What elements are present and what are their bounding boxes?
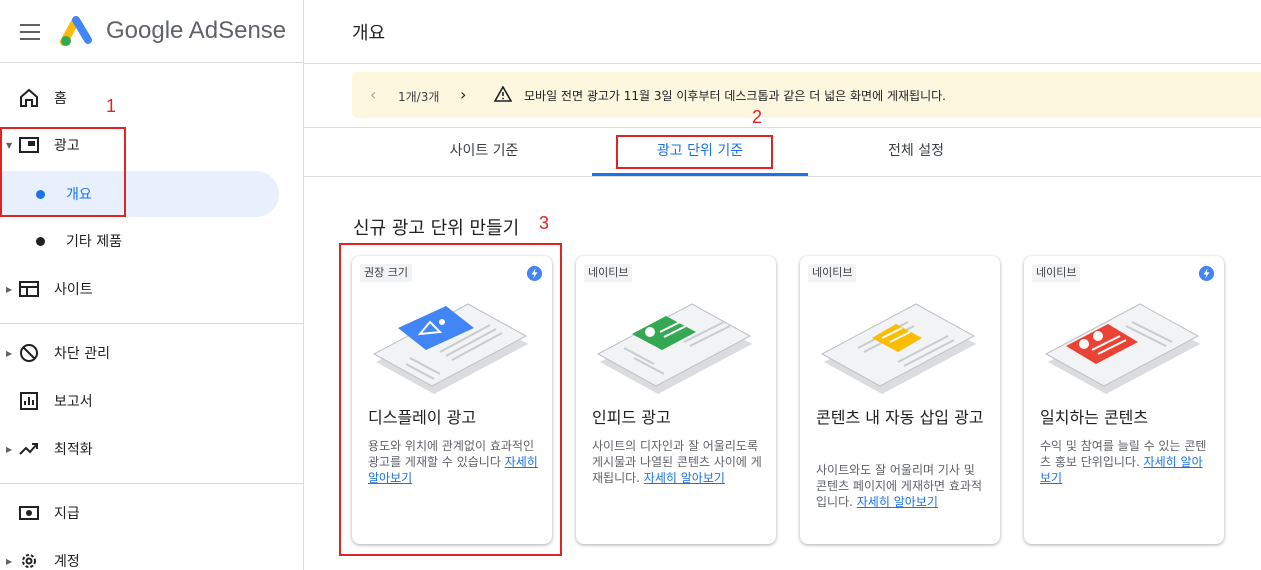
sidebar-item-label: 홈 — [54, 91, 67, 107]
sidebar-item-label: 차단 관리 — [54, 346, 110, 362]
tab-by-site[interactable]: 사이트 기준 — [404, 140, 564, 174]
tab-by-ad-unit[interactable]: 광고 단위 기준 — [592, 140, 808, 174]
bullet-icon — [36, 236, 45, 246]
banner-message: 모바일 전면 광고가 11월 3일 이후부터 데스크톱과 같은 더 넓은 화면에… — [524, 89, 946, 103]
home-icon — [20, 88, 38, 107]
sidebar-item-account[interactable]: ▶ 계정 — [0, 538, 300, 570]
page-title: 개요 — [352, 23, 386, 44]
sidebar-divider — [0, 323, 303, 324]
card-title: 인피드 광고 — [592, 408, 671, 427]
sidebar-subitem-other-products[interactable]: 기타 제품 — [0, 218, 279, 264]
bolt-icon — [527, 266, 542, 281]
tabs-bottom-divider — [304, 176, 1261, 177]
trending-up-icon — [19, 443, 38, 455]
brand-name: Google AdSense — [106, 17, 287, 44]
card-chip: 네이티브 — [584, 264, 633, 282]
chevron-left-icon[interactable]: ‹ — [370, 85, 376, 104]
sidebar: Google AdSense 홈 ▼ 광고 개요 기타 제품 ▶ 사이트 ▶ 차… — [0, 0, 304, 570]
sidebar-divider — [0, 483, 303, 484]
sidebar-item-label: 지급 — [54, 506, 80, 522]
sidebar-item-sites[interactable]: ▶ 사이트 — [0, 266, 300, 312]
sidebar-item-ads[interactable]: ▼ 광고 — [0, 122, 300, 168]
sidebar-item-label: 사이트 — [54, 282, 93, 298]
sidebar-item-home[interactable]: 홈 — [0, 75, 300, 121]
adsense-app: Google AdSense 홈 ▼ 광고 개요 기타 제품 ▶ 사이트 ▶ 차… — [0, 0, 1261, 570]
menu-icon[interactable] — [20, 24, 40, 40]
annotation-number-2: 2 — [752, 107, 763, 127]
caret-right-icon: ▶ — [6, 348, 13, 358]
display-ad-illustration — [372, 303, 528, 394]
learn-more-link[interactable]: 자세히 알아보기 — [857, 495, 938, 509]
sidebar-item-optimization[interactable]: ▶ 최적화 — [0, 426, 300, 472]
sites-icon — [19, 281, 39, 297]
notification-banner: ‹ 1개/3개 › 모바일 전면 광고가 11월 3일 이후부터 데스크톱과 같… — [352, 72, 1261, 118]
sidebar-subitem-overview[interactable]: 개요 — [0, 171, 279, 217]
sidebar-item-label: 보고서 — [54, 394, 93, 410]
card-chip: 네이티브 — [808, 264, 857, 282]
card-chip: 네이티브 — [1032, 264, 1081, 282]
chevron-right-icon[interactable]: › — [460, 85, 466, 104]
caret-down-icon: ▼ — [6, 140, 13, 150]
sidebar-item-label: 광고 — [54, 138, 80, 154]
annotation-number-3: 3 — [539, 213, 550, 233]
card-title: 일치하는 콘텐츠 — [1040, 408, 1149, 427]
sidebar-item-payments[interactable]: 지급 — [0, 490, 300, 536]
card-in-feed-ads[interactable]: 네이티브 인피드 광고 사이트의 디자인과 잘 어울리도록 게시물과 나열된 콘… — [576, 256, 776, 544]
payments-icon — [19, 506, 39, 520]
sidebar-item-label: 최적화 — [54, 442, 93, 458]
learn-more-link[interactable]: 자세히 알아보기 — [644, 471, 725, 485]
card-description: 용도와 위치에 관계없이 효과적인 광고를 게재할 수 있습니다 자세히 알아보… — [368, 438, 540, 486]
in-feed-ad-illustration — [596, 303, 752, 394]
caret-right-icon: ▶ — [6, 444, 13, 454]
sidebar-item-reports[interactable]: 보고서 — [0, 378, 300, 424]
block-icon — [20, 344, 38, 362]
settings-icon — [22, 554, 36, 568]
caret-right-icon: ▶ — [6, 284, 13, 294]
banner-count: 1개/3개 — [398, 90, 440, 104]
card-description: 수익 및 참여를 늘릴 수 있는 콘텐츠 홍보 단위입니다. 자세히 알아보기 — [1040, 438, 1212, 486]
card-description: 사이트와도 잘 어울리며 기사 및 콘텐츠 페이지에 게재하면 효과적입니다. … — [816, 462, 988, 510]
warning-icon — [494, 86, 512, 102]
bolt-icon — [1199, 266, 1214, 281]
card-chip: 권장 크기 — [360, 264, 412, 282]
annotation-number-1: 1 — [106, 96, 117, 116]
card-title: 디스플레이 광고 — [368, 408, 477, 427]
card-matched-content[interactable]: 네이티브 일치하는 콘텐츠 수익 및 참여를 늘릴 수 있는 콘텐츠 홍보 단위… — [1024, 256, 1224, 544]
caret-right-icon: ▶ — [6, 556, 13, 566]
matched-content-illustration — [1044, 303, 1200, 394]
ads-icon — [19, 137, 39, 153]
bullet-icon — [36, 189, 45, 199]
sidebar-item-label: 계정 — [54, 554, 80, 570]
header-divider — [304, 63, 1261, 64]
sidebar-item-blocking[interactable]: ▶ 차단 관리 — [0, 330, 300, 376]
card-in-article-ads[interactable]: 네이티브 콘텐츠 내 자동 삽입 광고 사이트와도 잘 어울리며 기사 및 콘텐… — [800, 256, 1000, 544]
tabs-top-divider — [304, 127, 1261, 128]
tab-global-settings[interactable]: 전체 설정 — [836, 140, 996, 174]
sidebar-subitem-label: 기타 제품 — [66, 234, 122, 250]
card-description: 사이트의 디자인과 잘 어울리도록 게시물과 나열된 콘텐츠 사이에 게재됩니다… — [592, 438, 764, 486]
reports-icon — [20, 392, 38, 410]
card-display-ads[interactable]: 권장 크기 디스플레이 광고 용도와 위치에 관계없이 효과적인 광고를 게재할… — [352, 256, 552, 544]
section-title: 신규 광고 단위 만들기 — [353, 218, 520, 239]
logo-row: Google AdSense — [0, 0, 304, 63]
card-title: 콘텐츠 내 자동 삽입 광고 — [816, 408, 984, 427]
sidebar-subitem-label: 개요 — [66, 187, 92, 203]
in-article-ad-illustration — [820, 303, 976, 394]
adsense-logo — [60, 16, 92, 46]
